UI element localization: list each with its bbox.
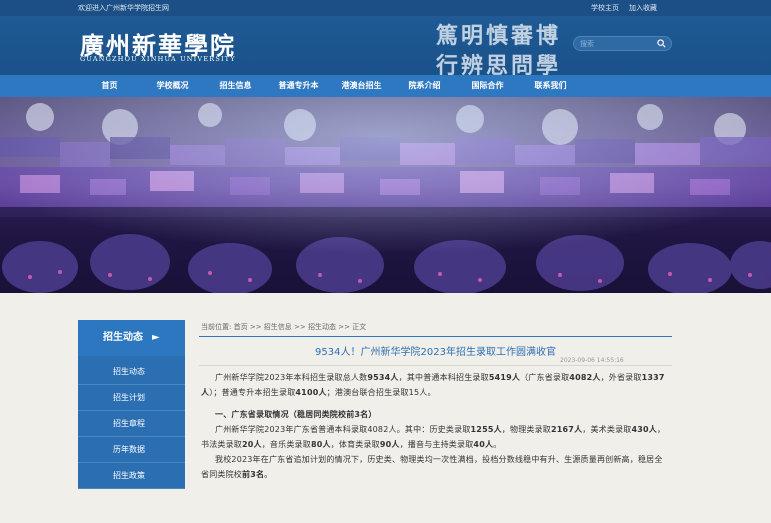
logo-subtitle: GUANGZHOU XINHUA UNIVERSITY bbox=[80, 55, 236, 63]
main-nav: 首页 学校概况 招生信息 普通专升本 港澳台招生 院系介绍 国际合作 联系我们 bbox=[0, 75, 771, 97]
breadcrumb-label: 当前位置: bbox=[201, 323, 232, 331]
article-paragraph: 广州新华学院2023年广东省普通本科录取4082人。其中：历史类录取1255人，… bbox=[201, 425, 666, 449]
banner-image bbox=[0, 97, 771, 293]
homepage-link[interactable]: 学校主页 bbox=[591, 0, 619, 16]
nav-hmt[interactable]: 港澳台招生 bbox=[330, 75, 393, 97]
breadcrumb-sep: >> bbox=[294, 323, 306, 331]
add-favorite-link[interactable]: 加入收藏 bbox=[629, 0, 657, 16]
breadcrumb-divider bbox=[199, 336, 672, 337]
sidebar-item-plan[interactable]: 招生计划 bbox=[78, 385, 185, 411]
site-header: 廣州新華學院 GUANGZHOU XINHUA UNIVERSITY 篤明慎審博… bbox=[0, 16, 771, 79]
article-title: 9534人！广州新华学院2023年招生录取工作圆满收官 bbox=[315, 347, 556, 358]
sidebar-menu: 招生动态 招生计划 招生章程 历年数据 招生政策 bbox=[78, 356, 185, 489]
sidebar-title: 招生动态 ► bbox=[78, 320, 185, 356]
breadcrumb-admission[interactable]: 招生信息 bbox=[264, 323, 292, 331]
motto-line-1: 篤明慎審博 bbox=[436, 23, 562, 49]
nav-admission-info[interactable]: 招生信息 bbox=[204, 75, 267, 97]
breadcrumb: 当前位置: 首页 >> 招生信息 >> 招生动态 >> 正文 bbox=[201, 322, 366, 332]
article-divider bbox=[199, 365, 672, 366]
welcome-text: 欢迎进入广州新华学院招生网 bbox=[78, 4, 169, 12]
article-body: 广州新华学院2023年本科招生录取总人数9534人，其中普通本科招生录取5419… bbox=[201, 370, 666, 489]
top-bar: 欢迎进入广州新华学院招生网 学校主页 加入收藏 bbox=[0, 0, 771, 16]
article-date: 2023-09-06 14:55:16 bbox=[560, 357, 624, 364]
sidebar-item-policy[interactable]: 招生政策 bbox=[78, 463, 185, 489]
top-links: 学校主页 加入收藏 bbox=[591, 0, 657, 16]
article-paragraph: 我校2023年在广东省追加计划的情况下，历史类、物理类均一次性满档，投档分数线稳… bbox=[201, 455, 663, 479]
search-icon[interactable] bbox=[657, 39, 666, 48]
sidebar-title-text: 招生动态 bbox=[103, 332, 143, 343]
search-input[interactable] bbox=[580, 38, 652, 49]
breadcrumb-home[interactable]: 首页 bbox=[234, 323, 248, 331]
breadcrumb-sep: >> bbox=[249, 323, 262, 331]
nav-about[interactable]: 学校概况 bbox=[141, 75, 204, 97]
article-paragraph: 广州新华学院2023年本科招生录取总人数9534人，其中普通本科招生录取5419… bbox=[201, 373, 665, 397]
nav-departments[interactable]: 院系介绍 bbox=[393, 75, 456, 97]
breadcrumb-current: 正文 bbox=[352, 323, 367, 331]
search-box bbox=[573, 36, 672, 51]
sidebar: 招生动态 ► 招生动态 招生计划 招生章程 历年数据 招生政策 bbox=[78, 320, 185, 489]
banner-graphic bbox=[0, 97, 771, 293]
breadcrumb-sep: >> bbox=[338, 323, 350, 331]
nav-home[interactable]: 首页 bbox=[78, 75, 141, 97]
article-section-heading: 一、广东省录取情况（稳居同类院校前3名） bbox=[215, 410, 377, 419]
chevron-right-icon: ► bbox=[152, 332, 160, 343]
nav-upgrade[interactable]: 普通专升本 bbox=[267, 75, 330, 97]
sidebar-item-charter[interactable]: 招生章程 bbox=[78, 411, 185, 437]
breadcrumb-news[interactable]: 招生动态 bbox=[308, 323, 336, 331]
nav-international[interactable]: 国际合作 bbox=[456, 75, 519, 97]
sidebar-item-news[interactable]: 招生动态 bbox=[78, 359, 185, 385]
nav-contact[interactable]: 联系我们 bbox=[519, 75, 582, 97]
sidebar-item-history[interactable]: 历年数据 bbox=[78, 437, 185, 463]
